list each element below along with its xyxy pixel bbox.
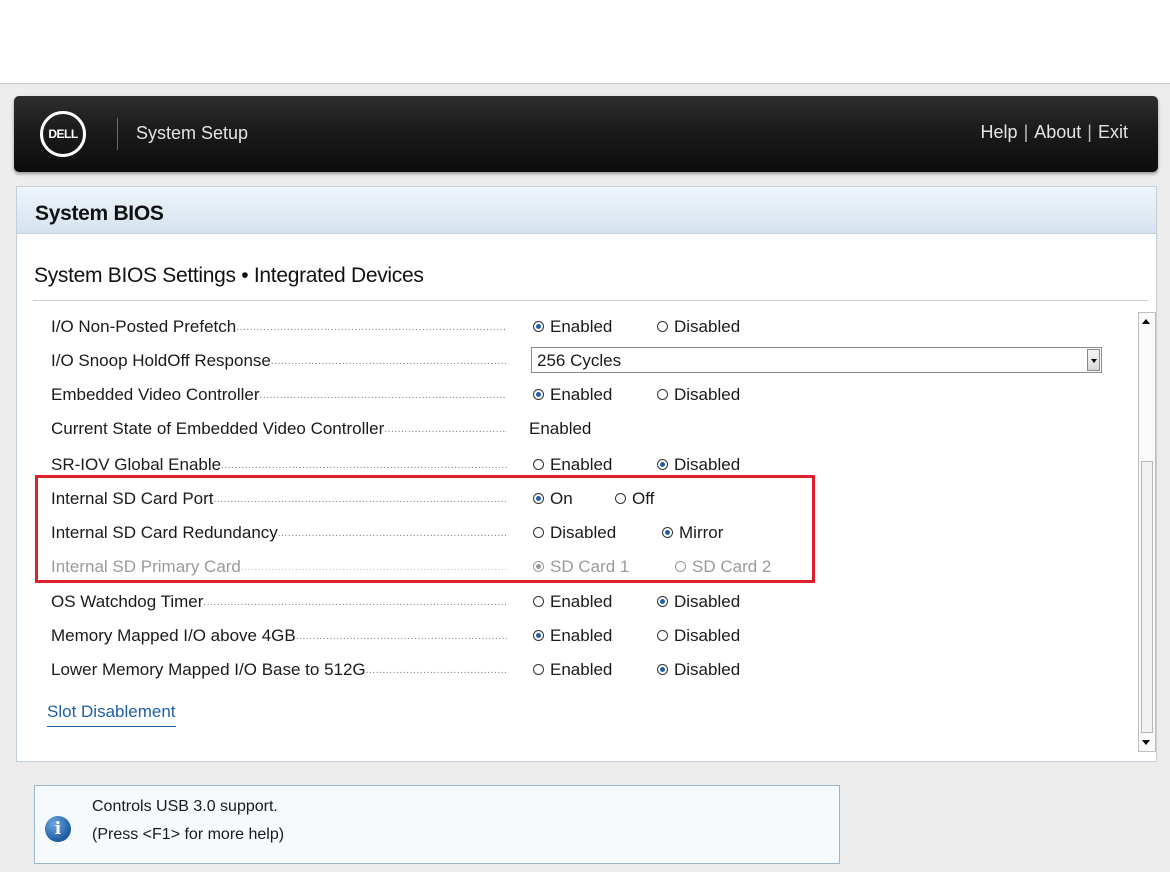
setting-label: Internal SD Card Redundancy [51,523,507,543]
help-link[interactable]: Help [981,122,1018,142]
scrollbar[interactable] [1138,312,1156,752]
panel-header: System BIOS [17,187,1156,234]
radio-selected-icon [533,561,544,572]
setting-label: OS Watchdog Timer [51,592,507,612]
app-title: System Setup [136,123,249,143]
setting-row-lower-mmio-base: Lower Memory Mapped I/O Base to 512G Ena… [51,656,1111,686]
radio-on[interactable]: On [533,489,573,509]
radio-disabled[interactable]: Disabled [533,523,616,543]
radio-unselected-icon[interactable] [657,389,668,400]
setting-row-sriov: SR-IOV Global Enable Enabled Disabled [51,451,1111,481]
setting-row-os-watchdog: OS Watchdog Timer Enabled Disabled [51,588,1111,618]
radio-selected-icon[interactable] [533,321,544,332]
top-links: Help | About | Exit [980,122,1128,142]
radio-enabled[interactable]: Enabled [533,660,612,680]
setting-label: Current State of Embedded Video Controll… [51,419,507,439]
slot-disablement-link[interactable]: Slot Disablement [47,702,176,727]
setting-row-io-non-posted-prefetch: I/O Non-Posted Prefetch Enabled Disabled [51,313,1111,343]
setting-label: Lower Memory Mapped I/O Base to 512G [51,660,507,680]
radio-unselected-icon[interactable] [533,664,544,675]
dell-logo: DELL [40,111,86,157]
radio-sd-card-2: SD Card 2 [675,557,771,577]
radio-enabled[interactable]: Enabled [533,592,612,612]
help-text: Controls USB 3.0 support. [92,798,278,815]
chevron-down-icon[interactable] [1087,349,1100,371]
top-bar: DELL System Setup Help | About | Exit [14,96,1158,172]
radio-selected-icon[interactable] [662,527,673,538]
setting-row-mmio-above-4gb: Memory Mapped I/O above 4GB Enabled Disa… [51,622,1111,652]
setting-label: Internal SD Primary Card [51,557,507,577]
radio-mirror[interactable]: Mirror [662,523,723,543]
settings-panel: System BIOS System BIOS Settings • Integ… [16,186,1157,762]
topbar-divider [117,118,118,150]
radio-enabled[interactable]: Enabled [533,385,612,405]
radio-unselected-icon[interactable] [533,527,544,538]
snoop-holdoff-select[interactable]: 256 Cycles [531,347,1102,373]
radio-sd-card-1: SD Card 1 [533,557,629,577]
section-title: System BIOS Settings • Integrated Device… [34,264,424,287]
radio-enabled[interactable]: Enabled [533,317,612,337]
help-box: i Controls USB 3.0 support. (Press <F1> … [34,785,840,864]
radio-unselected-icon[interactable] [533,596,544,607]
radio-disabled[interactable]: Disabled [657,626,740,646]
radio-disabled[interactable]: Disabled [657,385,740,405]
exit-link[interactable]: Exit [1098,122,1128,142]
radio-unselected-icon[interactable] [657,630,668,641]
radio-disabled[interactable]: Disabled [657,455,740,475]
radio-disabled[interactable]: Disabled [657,592,740,612]
radio-selected-icon[interactable] [533,493,544,504]
radio-selected-icon[interactable] [657,459,668,470]
radio-disabled[interactable]: Disabled [657,317,740,337]
radio-unselected-icon[interactable] [533,459,544,470]
radio-enabled[interactable]: Enabled [533,455,612,475]
select-value: 256 Cycles [537,351,622,370]
radio-unselected-icon[interactable] [615,493,626,504]
scroll-up-icon[interactable] [1142,319,1150,324]
radio-unselected-icon[interactable] [657,321,668,332]
setting-label: Internal SD Card Port [51,489,507,509]
scroll-down-icon[interactable] [1142,740,1150,745]
panel-title: System BIOS [35,202,164,225]
setting-label: SR-IOV Global Enable [51,455,507,475]
help-hint: (Press <F1> for more help) [92,826,285,843]
radio-disabled[interactable]: Disabled [657,660,740,680]
setting-row-current-video-state: Current State of Embedded Video Controll… [51,415,1111,445]
radio-selected-icon[interactable] [657,596,668,607]
radio-off[interactable]: Off [615,489,654,509]
setting-row-io-snoop-holdoff: I/O Snoop HoldOff Response 256 Cycles [51,347,1111,377]
info-icon: i [45,816,71,842]
setting-label: I/O Snoop HoldOff Response [51,351,507,371]
setting-value: Enabled [529,419,592,438]
radio-unselected-icon [675,561,686,572]
section-divider [33,300,1148,301]
radio-enabled[interactable]: Enabled [533,626,612,646]
setting-label: Embedded Video Controller [51,385,507,405]
setting-row-embedded-video: Embedded Video Controller Enabled Disabl… [51,381,1111,411]
setting-row-internal-sd-card-port: Internal SD Card Port On Off [51,485,1111,515]
about-link[interactable]: About [1034,122,1081,142]
setting-row-internal-sd-card-redundancy: Internal SD Card Redundancy Disabled Mir… [51,519,1111,549]
scroll-thumb[interactable] [1141,461,1153,733]
radio-selected-icon[interactable] [533,389,544,400]
radio-selected-icon[interactable] [533,630,544,641]
radio-selected-icon[interactable] [657,664,668,675]
setting-row-internal-sd-primary-card: Internal SD Primary Card SD Card 1 SD Ca… [51,553,1111,583]
setting-label: I/O Non-Posted Prefetch [51,317,507,337]
setting-label: Memory Mapped I/O above 4GB [51,626,507,646]
